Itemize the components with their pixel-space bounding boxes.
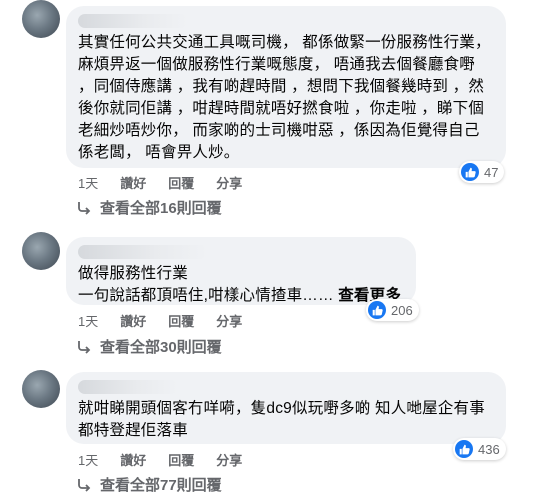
comment-bubble: 其實任何公共交通工具嘅司機， 都係做緊一份服務性行業， 麻煩畀返一個做服務性行業… bbox=[66, 6, 506, 168]
like-thumb-icon bbox=[368, 301, 386, 319]
comment-text-content: 做得服務性行業 一句說話都頂唔住,咁樣心情揸車…… bbox=[78, 265, 334, 304]
reaction-summary[interactable]: 47 bbox=[459, 161, 505, 183]
reply-arrow-icon bbox=[78, 478, 91, 492]
avatar[interactable] bbox=[22, 370, 60, 408]
comment-text: 做得服務性行業 一句說話都頂唔住,咁樣心情揸車…… 查看更多 bbox=[78, 263, 404, 307]
avatar[interactable] bbox=[22, 232, 60, 270]
comment-actions: 1天 讚好 回覆 分享 bbox=[78, 311, 242, 330]
like-button[interactable]: 讚好 bbox=[120, 311, 146, 330]
view-replies-link[interactable]: 查看全部16則回覆 bbox=[76, 197, 222, 218]
comment-time[interactable]: 1天 bbox=[78, 311, 98, 330]
comment-text: 其實任何公共交通工具嘅司機， 都係做緊一份服務性行業， 麻煩畀返一個做服務性行業… bbox=[78, 34, 496, 161]
comment-time[interactable]: 1天 bbox=[78, 450, 98, 469]
view-replies-label: 查看全部77則回覆 bbox=[100, 477, 222, 494]
comment-actions: 1天 讚好 回覆 分享 bbox=[78, 173, 242, 192]
comment-text: 就咁睇開頭個客冇咩嗬，隻dc9似玩嘢多啲 知人哋屋企有事都特登趕佢落車 bbox=[78, 400, 485, 439]
reply-button[interactable]: 回覆 bbox=[168, 173, 194, 192]
like-thumb-icon bbox=[455, 440, 473, 458]
reply-button[interactable]: 回覆 bbox=[168, 450, 194, 469]
comment-bubble: 做得服務性行業 一句說話都頂唔住,咁樣心情揸車…… 查看更多 bbox=[66, 237, 416, 305]
reaction-count: 436 bbox=[478, 441, 500, 457]
view-replies-link[interactable]: 查看全部30則回覆 bbox=[76, 336, 222, 357]
view-replies-label: 查看全部30則回覆 bbox=[100, 339, 222, 356]
reply-arrow-icon bbox=[78, 201, 91, 215]
reaction-summary[interactable]: 206 bbox=[366, 299, 419, 321]
reply-button[interactable]: 回覆 bbox=[168, 311, 194, 330]
share-button[interactable]: 分享 bbox=[216, 450, 242, 469]
like-button[interactable]: 讚好 bbox=[120, 173, 146, 192]
comment-bubble: 就咁睇開頭個客冇咩嗬，隻dc9似玩嘢多啲 知人哋屋企有事都特登趕佢落車 bbox=[66, 372, 506, 444]
comment-actions: 1天 讚好 回覆 分享 bbox=[78, 450, 242, 469]
comment-time[interactable]: 1天 bbox=[78, 173, 98, 192]
redacted-author-name[interactable] bbox=[78, 380, 178, 394]
reaction-summary[interactable]: 436 bbox=[453, 438, 506, 460]
view-replies-label: 查看全部16則回覆 bbox=[100, 200, 222, 217]
reaction-count: 206 bbox=[391, 302, 413, 318]
redacted-author-name[interactable] bbox=[78, 245, 208, 259]
view-replies-link[interactable]: 查看全部77則回覆 bbox=[76, 474, 222, 495]
avatar[interactable] bbox=[22, 0, 60, 38]
reaction-count: 47 bbox=[484, 164, 499, 180]
reply-arrow-icon bbox=[78, 340, 91, 354]
share-button[interactable]: 分享 bbox=[216, 173, 242, 192]
share-button[interactable]: 分享 bbox=[216, 311, 242, 330]
redacted-author-name[interactable] bbox=[78, 14, 188, 28]
like-thumb-icon bbox=[461, 163, 479, 181]
like-button[interactable]: 讚好 bbox=[120, 450, 146, 469]
